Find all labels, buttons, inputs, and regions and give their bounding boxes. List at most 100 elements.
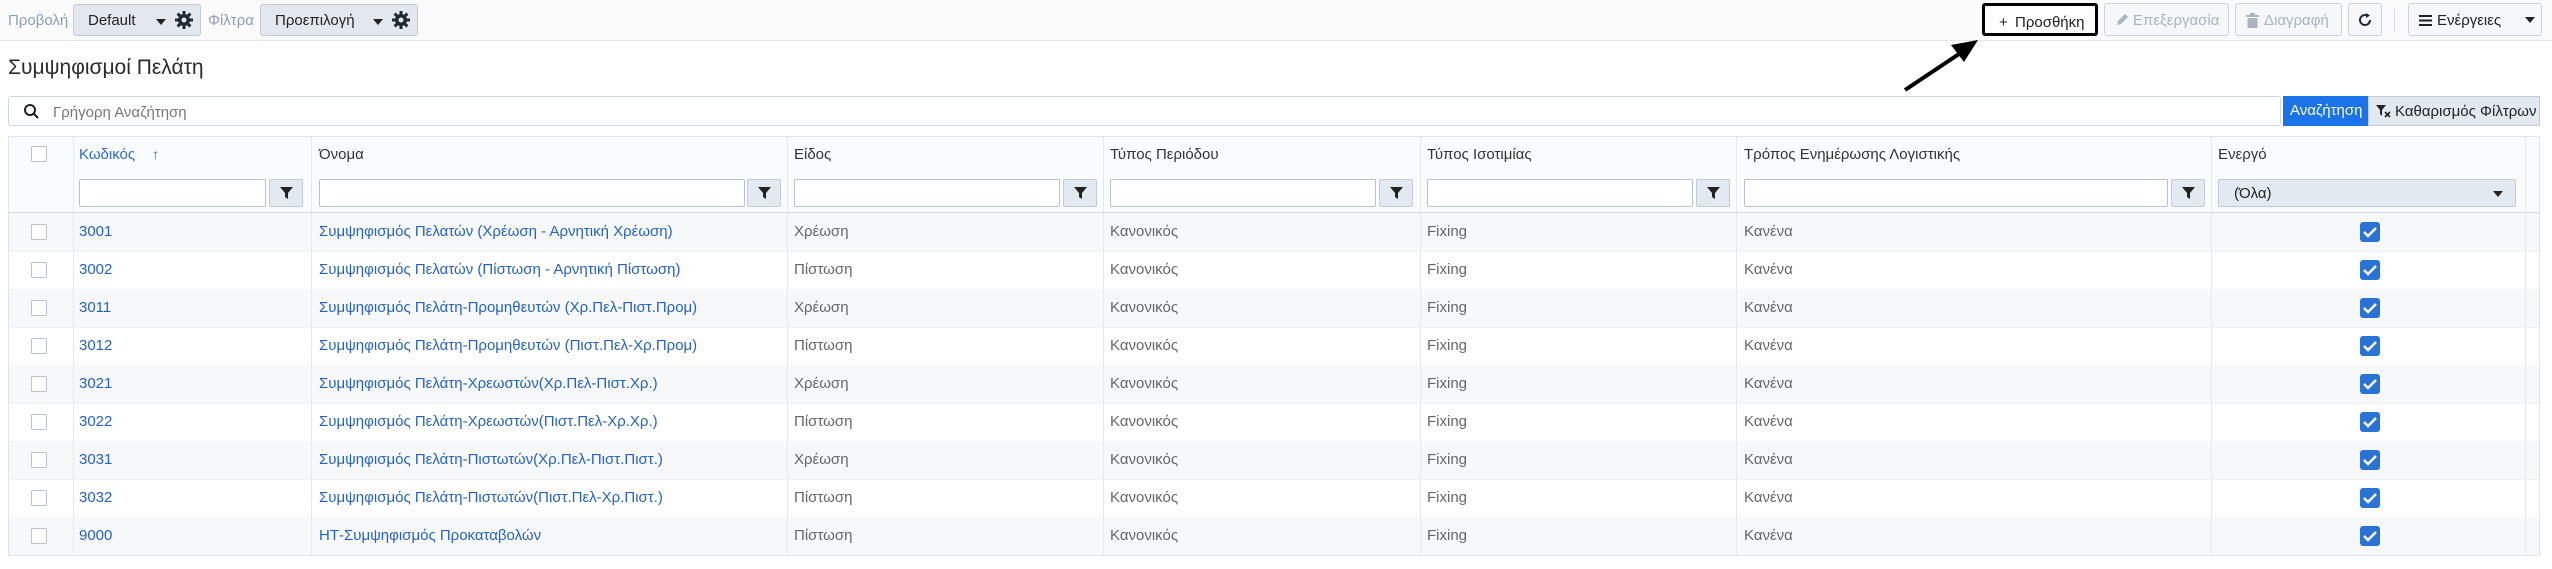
cell-period-type: Κανονικός [1110, 261, 1179, 278]
cell-parity-type: Fixing [1427, 299, 1468, 316]
table-row[interactable]: 3001 Συμψηφισμός Πελατών (Χρέωση - Αρνητι… [9, 213, 2539, 252]
delete-button[interactable]: Διαγραφή [2235, 3, 2342, 36]
filter-icon [758, 187, 771, 199]
gear-icon[interactable] [174, 10, 194, 30]
filter-input-period-type[interactable] [1110, 179, 1376, 207]
column-header-name[interactable]: Όνομα [319, 146, 364, 163]
clear-filters-label: Καθαρισμός Φίλτρων [2395, 103, 2537, 120]
cell-name[interactable]: ΗΤ-Συμψηφισμός Προκαταβολών [319, 527, 541, 544]
table-row[interactable]: 3012 Συμψηφισμός Πελάτη-Προμηθευτών (Πιστ… [9, 327, 2539, 366]
filter-button-kind[interactable] [1063, 179, 1097, 207]
column-header-kind[interactable]: Είδος [794, 146, 831, 163]
filter-select-active[interactable]: (Όλα) [2218, 179, 2516, 207]
cell-name[interactable]: Συμψηφισμός Πελατών (Πίστωση - Αρνητική … [319, 261, 680, 278]
column-divider [2525, 137, 2526, 555]
view-select[interactable]: Default [73, 4, 201, 36]
filter-button-parity-type[interactable] [1696, 179, 1730, 207]
cell-name[interactable]: Συμψηφισμός Πελάτη-Πιστωτών(Πιστ.Πελ-Χρ.… [319, 489, 663, 506]
refresh-button[interactable] [2348, 3, 2382, 36]
cell-name[interactable]: Συμψηφισμός Πελάτη-Προμηθευτών (Χρ.Πελ-Π… [319, 299, 697, 316]
filter-icon [1707, 187, 1720, 199]
cell-accounting-update: Κανένα [1744, 527, 1793, 544]
column-divider [1103, 137, 1104, 555]
table-row[interactable]: 3021 Συμψηφισμός Πελάτη-Χρεωστών(Χρ.Πελ-Π… [9, 365, 2539, 404]
cell-period-type: Κανονικός [1110, 337, 1179, 354]
row-select-checkbox[interactable] [31, 414, 47, 430]
filter-input-accounting-update[interactable] [1744, 179, 2168, 207]
row-select-checkbox[interactable] [31, 338, 47, 354]
filter-input-kind[interactable] [794, 179, 1060, 207]
column-header-accounting-update[interactable]: Τρόπος Ενημέρωσης Λογιστικής [1744, 146, 1960, 163]
cell-code[interactable]: 3031 [79, 451, 112, 468]
checkmark-icon [2363, 265, 2377, 276]
filter-input-parity-type[interactable] [1427, 179, 1693, 207]
cell-code[interactable]: 3011 [79, 299, 111, 316]
filter-icon [1074, 187, 1087, 199]
cell-code[interactable]: 9000 [79, 527, 112, 544]
filter-button-accounting-update[interactable] [2171, 179, 2205, 207]
actions-menu-button[interactable]: Ενέργειες [2408, 3, 2542, 36]
row-select-checkbox[interactable] [31, 224, 47, 240]
cell-name[interactable]: Συμψηφισμός Πελάτη-Χρεωστών(Χρ.Πελ-Πιστ.… [319, 375, 658, 392]
cell-name[interactable]: Συμψηφισμός Πελάτη-Πιστωτών(Χρ.Πελ-Πιστ.… [319, 451, 663, 468]
edit-button[interactable]: Επεξεργασία [2104, 3, 2229, 36]
table-row[interactable]: 3022 Συμψηφισμός Πελάτη-Χρεωστών(Πιστ.Πελ… [9, 403, 2539, 442]
cell-accounting-update: Κανένα [1744, 299, 1793, 316]
select-all-checkbox[interactable] [31, 146, 47, 162]
add-button[interactable]: + Προσθήκη [1982, 3, 2098, 36]
cell-code[interactable]: 3012 [79, 337, 112, 354]
cell-kind: Πίστωση [794, 527, 853, 544]
plus-icon: + [1999, 14, 2008, 31]
cell-code[interactable]: 3021 [79, 375, 112, 392]
cell-period-type: Κανονικός [1110, 223, 1179, 240]
row-select-checkbox[interactable] [31, 528, 47, 544]
cell-code[interactable]: 3002 [79, 261, 112, 278]
table-row[interactable]: 3002 Συμψηφισμός Πελατών (Πίστωση - Αρνητ… [9, 251, 2539, 290]
table-row[interactable]: 3032 Συμψηφισμός Πελάτη-Πιστωτών(Πιστ.Πελ… [9, 479, 2539, 518]
actions-menu-label: Ενέργειες [2437, 12, 2502, 29]
row-select-checkbox[interactable] [31, 490, 47, 506]
chevron-down-icon [373, 19, 383, 25]
cell-period-type: Κανονικός [1110, 527, 1179, 544]
table-row[interactable]: 3031 Συμψηφισμός Πελάτη-Πιστωτών(Χρ.Πελ-Π… [9, 441, 2539, 480]
row-select-checkbox[interactable] [31, 376, 47, 392]
view-label: Προβολή [8, 12, 69, 29]
filter-select-value: Προεπιλογή [275, 12, 355, 29]
column-divider [1420, 137, 1421, 555]
cell-period-type: Κανονικός [1110, 489, 1179, 506]
filter-input-name[interactable] [319, 179, 745, 207]
column-divider [2211, 137, 2212, 555]
filter-button-code[interactable] [269, 179, 303, 207]
cell-parity-type: Fixing [1427, 527, 1468, 544]
filter-button-name[interactable] [747, 179, 781, 207]
search-button[interactable]: Αναζήτηση [2283, 96, 2368, 126]
table-row[interactable]: 9000 ΗΤ-Συμψηφισμός Προκαταβολών Πίστωση Κα… [9, 517, 2539, 555]
filter-button-period-type[interactable] [1379, 179, 1413, 207]
cell-name[interactable]: Συμψηφισμός Πελατών (Χρέωση - Αρνητική Χ… [319, 223, 673, 240]
active-checkbox-checked [2360, 450, 2380, 470]
row-select-checkbox[interactable] [31, 300, 47, 316]
clear-filters-button[interactable]: Καθαρισμός Φίλτρων [2368, 96, 2540, 126]
data-grid: Κωδικός ↑ Όνομα Είδος Τύπος Περιόδου Τύπ… [8, 136, 2540, 556]
column-header-period-type[interactable]: Τύπος Περιόδου [1110, 146, 1219, 163]
active-checkbox-checked [2360, 336, 2380, 356]
cell-code[interactable]: 3032 [79, 489, 112, 506]
cell-code[interactable]: 3022 [79, 413, 112, 430]
active-checkbox-checked [2360, 222, 2380, 242]
filter-select[interactable]: Προεπιλογή [260, 4, 418, 36]
table-row[interactable]: 3011 Συμψηφισμός Πελάτη-Προμηθευτών (Χρ.Π… [9, 289, 2539, 328]
quick-search-input[interactable] [51, 101, 2255, 123]
cell-name[interactable]: Συμψηφισμός Πελάτη-Προμηθευτών (Πιστ.Πελ… [319, 337, 697, 354]
row-select-checkbox[interactable] [31, 262, 47, 278]
column-header-parity-type[interactable]: Τύπος Ισοτιμίας [1427, 146, 1532, 163]
gear-icon[interactable] [391, 10, 411, 30]
column-header-active[interactable]: Ενεργό [2218, 146, 2267, 163]
quick-search-field[interactable] [8, 96, 2281, 126]
cell-kind: Πίστωση [794, 413, 853, 430]
cell-code[interactable]: 3001 [79, 223, 112, 240]
cell-name[interactable]: Συμψηφισμός Πελάτη-Χρεωστών(Πιστ.Πελ-Χρ.… [319, 413, 658, 430]
active-checkbox-checked [2360, 298, 2380, 318]
row-select-checkbox[interactable] [31, 452, 47, 468]
column-header-code[interactable]: Κωδικός [79, 146, 135, 163]
filter-input-code[interactable] [79, 179, 266, 207]
